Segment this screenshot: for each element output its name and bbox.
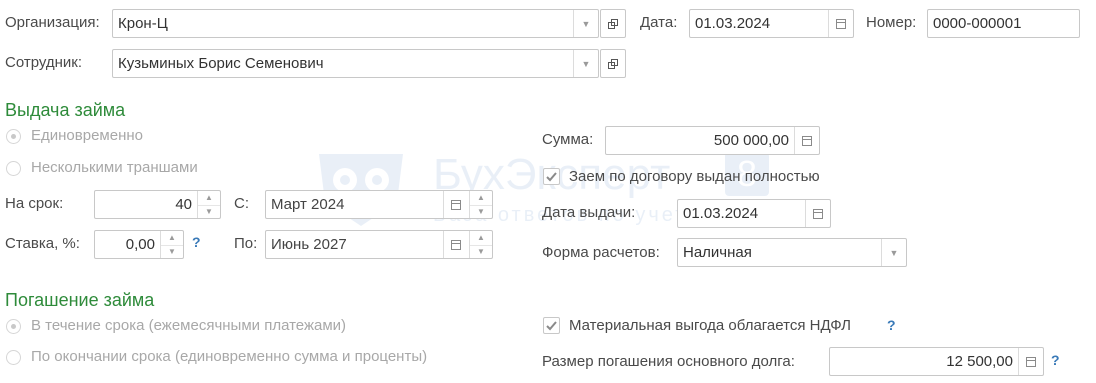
radio-end-of-term-label: По окончании срока (единовременно сумма … bbox=[31, 348, 428, 365]
stepper-up-icon[interactable]: ▲ bbox=[470, 231, 492, 246]
employee-open-button[interactable] bbox=[600, 49, 626, 78]
employee-field[interactable]: Кузьминых Борис Семенович ▼ bbox=[112, 49, 599, 78]
chevron-down-icon: ▼ bbox=[581, 18, 591, 29]
stepper-down-icon[interactable]: ▼ bbox=[470, 205, 492, 219]
date-calendar-button[interactable] bbox=[828, 10, 853, 37]
ndfl-checkbox[interactable] bbox=[543, 317, 560, 334]
from-label: С: bbox=[234, 195, 249, 212]
payment-form-field[interactable]: Наличная ▼ bbox=[677, 238, 907, 267]
ndfl-label: Материальная выгода облагается НДФЛ bbox=[569, 317, 852, 334]
date-value: 01.03.2024 bbox=[695, 15, 771, 32]
open-form-icon bbox=[608, 18, 618, 29]
term-stepper[interactable]: ▲ ▼ bbox=[197, 191, 220, 218]
fully-issued-checkbox[interactable] bbox=[543, 168, 560, 185]
rate-stepper[interactable]: ▲ ▼ bbox=[160, 231, 183, 258]
checkmark-icon bbox=[546, 321, 557, 331]
open-form-icon bbox=[608, 58, 618, 69]
calendar-icon bbox=[836, 18, 846, 29]
rate-help-icon[interactable]: ? bbox=[192, 234, 201, 250]
stepper-down-icon[interactable]: ▼ bbox=[161, 245, 183, 259]
organization-open-button[interactable] bbox=[600, 9, 626, 38]
number-field[interactable]: 0000-000001 bbox=[927, 9, 1080, 38]
date-label: Дата: bbox=[640, 14, 678, 31]
date-field[interactable]: 01.03.2024 bbox=[689, 9, 854, 38]
stepper-up-icon[interactable]: ▲ bbox=[470, 191, 492, 206]
rate-label: Ставка, %: bbox=[5, 235, 80, 252]
sum-value: 500 000,00 bbox=[713, 132, 789, 149]
from-calendar-button[interactable] bbox=[443, 191, 468, 218]
chevron-down-icon: ▼ bbox=[889, 247, 899, 258]
to-label: По: bbox=[234, 235, 258, 252]
to-calendar-button[interactable] bbox=[443, 231, 468, 258]
radio-monthly[interactable] bbox=[6, 319, 21, 334]
principal-label: Размер погашения основного долга: bbox=[542, 353, 795, 370]
checkmark-icon bbox=[546, 172, 557, 182]
from-value: Март 2024 bbox=[271, 196, 345, 213]
sum-calculator-button[interactable] bbox=[794, 127, 819, 154]
radio-end-of-term[interactable] bbox=[6, 350, 21, 365]
issue-date-value: 01.03.2024 bbox=[683, 205, 759, 222]
issue-date-label: Дата выдачи: bbox=[542, 204, 636, 221]
payment-form-dropdown-button[interactable]: ▼ bbox=[881, 239, 906, 266]
calendar-icon bbox=[451, 199, 461, 210]
repayment-section-title: Погашение займа bbox=[5, 290, 155, 310]
employee-dropdown-button[interactable]: ▼ bbox=[573, 50, 598, 77]
principal-help-icon[interactable]: ? bbox=[1051, 352, 1060, 368]
stepper-up-icon[interactable]: ▲ bbox=[198, 191, 220, 206]
organization-label: Организация: bbox=[5, 14, 100, 31]
radio-tranches-label: Несколькими траншами bbox=[31, 159, 198, 176]
principal-calculator-button[interactable] bbox=[1018, 348, 1043, 375]
chevron-down-icon: ▼ bbox=[581, 58, 591, 69]
organization-dropdown-button[interactable]: ▼ bbox=[573, 10, 598, 37]
term-label: На срок: bbox=[5, 195, 64, 212]
payment-form-value: Наличная bbox=[683, 244, 752, 261]
rate-value: 0,00 bbox=[125, 236, 155, 253]
organization-value: Крон-Ц bbox=[118, 15, 168, 32]
employee-value: Кузьминых Борис Семенович bbox=[118, 55, 324, 72]
rate-field[interactable]: 0,00 ▲ ▼ bbox=[94, 230, 184, 259]
payment-form-label: Форма расчетов: bbox=[542, 244, 660, 261]
to-field[interactable]: Июнь 2027 ▲ ▼ bbox=[265, 230, 493, 259]
sum-label: Сумма: bbox=[542, 131, 594, 148]
issue-date-calendar-button[interactable] bbox=[805, 200, 830, 227]
to-value: Июнь 2027 bbox=[271, 236, 347, 253]
radio-once[interactable] bbox=[6, 129, 21, 144]
stepper-down-icon[interactable]: ▼ bbox=[470, 245, 492, 259]
number-label: Номер: bbox=[866, 14, 917, 31]
calculator-icon bbox=[1026, 356, 1036, 367]
sum-field[interactable]: 500 000,00 bbox=[605, 126, 820, 155]
principal-field[interactable]: 12 500,00 bbox=[829, 347, 1044, 376]
calculator-icon bbox=[802, 135, 812, 146]
issue-date-field[interactable]: 01.03.2024 bbox=[677, 199, 831, 228]
from-stepper[interactable]: ▲ ▼ bbox=[469, 191, 492, 218]
employee-label: Сотрудник: bbox=[5, 54, 83, 71]
fully-issued-label: Заем по договору выдан полностью bbox=[569, 168, 820, 185]
radio-once-label: Единовременно bbox=[31, 127, 143, 144]
to-stepper[interactable]: ▲ ▼ bbox=[469, 231, 492, 258]
number-value: 0000-000001 bbox=[933, 15, 1022, 32]
radio-monthly-label: В течение срока (ежемесячными платежами) bbox=[31, 317, 347, 334]
calendar-icon bbox=[813, 208, 823, 219]
term-field[interactable]: 40 ▲ ▼ bbox=[94, 190, 221, 219]
principal-value: 12 500,00 bbox=[946, 353, 1013, 370]
ndfl-help-icon[interactable]: ? bbox=[887, 317, 896, 333]
calendar-icon bbox=[451, 239, 461, 250]
stepper-down-icon[interactable]: ▼ bbox=[198, 205, 220, 219]
radio-tranches[interactable] bbox=[6, 161, 21, 176]
term-value: 40 bbox=[175, 196, 192, 213]
loan-issue-section-title: Выдача займа bbox=[5, 100, 126, 120]
stepper-up-icon[interactable]: ▲ bbox=[161, 231, 183, 246]
from-field[interactable]: Март 2024 ▲ ▼ bbox=[265, 190, 493, 219]
organization-field[interactable]: Крон-Ц ▼ bbox=[112, 9, 599, 38]
